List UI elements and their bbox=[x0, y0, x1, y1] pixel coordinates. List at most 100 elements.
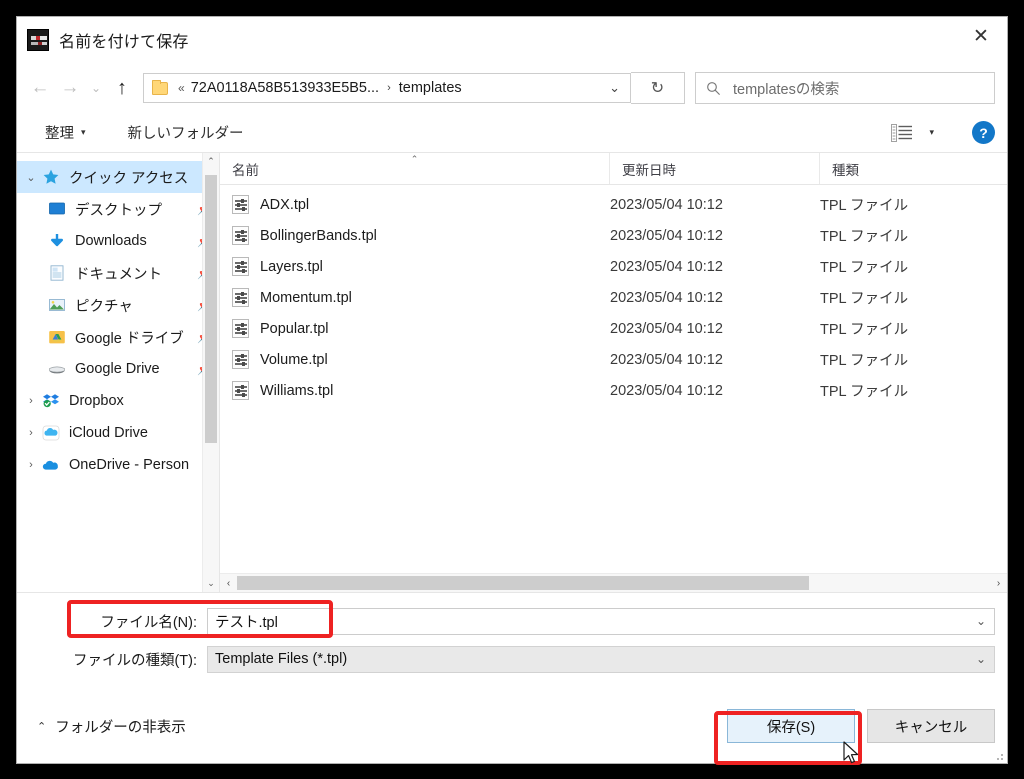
sidebar-scrollbar[interactable]: ⌃ ⌄ bbox=[202, 153, 219, 592]
file-name-cell: BollingerBands.tpl bbox=[220, 226, 610, 245]
sidebar-item-label: Downloads bbox=[75, 233, 147, 249]
file-name-label: Volume.tpl bbox=[260, 351, 328, 368]
breadcrumb-segment-templates[interactable]: templates bbox=[399, 80, 462, 96]
file-name-cell: Popular.tpl bbox=[220, 319, 610, 338]
organize-button[interactable]: 整理 ▾ bbox=[45, 122, 86, 143]
window-title: 名前を付けて保存 bbox=[59, 34, 189, 51]
expander-collapse-icon[interactable]: ⌄ bbox=[21, 171, 41, 184]
file-name-label: Popular.tpl bbox=[260, 320, 329, 337]
column-header-name-label: 名前 bbox=[232, 162, 259, 178]
file-date-cell: 2023/05/04 10:12 bbox=[610, 382, 723, 399]
hide-folders-button[interactable]: ⌃ フォルダーの非表示 bbox=[37, 716, 186, 737]
cancel-button[interactable]: キャンセル bbox=[867, 709, 995, 743]
view-options-icon[interactable] bbox=[891, 123, 913, 142]
chevron-down-icon[interactable]: ⌄ bbox=[976, 614, 986, 628]
file-type-cell: TPL ファイル bbox=[820, 198, 909, 214]
filename-label: ファイル名(N): bbox=[100, 614, 197, 631]
file-list-horizontal-scrollbar[interactable]: ‹ › bbox=[220, 573, 1007, 592]
recent-locations-chevron-down-icon[interactable]: ⌄ bbox=[85, 72, 107, 104]
new-folder-button[interactable]: 新しいフォルダー bbox=[128, 122, 244, 143]
expander-expand-icon[interactable]: › bbox=[21, 459, 41, 471]
filetype-field[interactable]: Template Files (*.tpl) ⌄ bbox=[207, 645, 995, 673]
forward-button[interactable]: → bbox=[55, 72, 85, 104]
navigation-bar: ← → ⌄ ↑ « 72A0118A58B513933E5B5... › tem… bbox=[17, 63, 1007, 113]
address-bar[interactable]: « 72A0118A58B513933E5B5... › templates ⌄ bbox=[143, 73, 631, 103]
expander-expand-icon[interactable]: › bbox=[21, 395, 41, 407]
help-button[interactable]: ? bbox=[972, 121, 995, 144]
sidebar-item-label: ドキュメント bbox=[75, 266, 162, 283]
sidebar-scrollbar-thumb[interactable] bbox=[205, 175, 217, 443]
sidebar-item-3[interactable]: ドキュメント📌 bbox=[17, 257, 219, 289]
command-toolbar: 整理 ▾ 新しいフォルダー ▾ ? bbox=[17, 113, 1007, 153]
navigation-sidebar: ⌄クイック アクセスデスクトップ📌Downloads📌ドキュメント📌ピクチャ📌G… bbox=[17, 153, 219, 592]
table-row[interactable]: BollingerBands.tpl 2023/05/04 10:12 TPL ファ… bbox=[220, 220, 1007, 251]
sidebar-item-label: クイック アクセス bbox=[69, 170, 189, 187]
breadcrumb-overflow-icon[interactable]: « bbox=[178, 81, 185, 95]
sidebar-item-label: OneDrive - Person bbox=[69, 457, 190, 473]
search-placeholder: templatesの検索 bbox=[733, 81, 840, 98]
sidebar-item-8[interactable]: › iCloud Drive bbox=[17, 417, 219, 449]
column-header-date-modified[interactable]: 更新日時 bbox=[610, 153, 820, 184]
chevron-up-icon: ⌃ bbox=[37, 720, 47, 733]
table-row[interactable]: Popular.tpl 2023/05/04 10:12 TPL ファイル bbox=[220, 313, 1007, 344]
close-icon[interactable]: ✕ bbox=[955, 17, 1007, 55]
back-button[interactable]: ← bbox=[25, 72, 55, 104]
file-type-cell: TPL ファイル bbox=[820, 353, 909, 369]
sidebar-item-label: Dropbox bbox=[69, 393, 124, 409]
filename-row: ファイル名(N): テスト.tpl ⌄ bbox=[29, 607, 995, 635]
sidebar-item-2[interactable]: Downloads📌 bbox=[17, 225, 219, 257]
sidebar-item-1[interactable]: デスクトップ📌 bbox=[17, 193, 219, 225]
toolbar-right-group: ▾ ? bbox=[891, 121, 995, 144]
google-drive-icon bbox=[47, 328, 67, 346]
file-type-cell: TPL ファイル bbox=[820, 291, 909, 307]
view-chevron-down-icon[interactable]: ▾ bbox=[929, 127, 934, 138]
scroll-right-icon[interactable]: › bbox=[990, 574, 1007, 592]
sort-ascending-icon: ⌃ bbox=[410, 154, 419, 164]
download-icon bbox=[47, 232, 67, 250]
save-button[interactable]: 保存(S) bbox=[727, 709, 855, 743]
column-header-type[interactable]: 種類 bbox=[820, 153, 1007, 184]
file-list-pane: ⌃ 名前 更新日時 種類 ADX.tpl 2023/05/04 10:12 TPL … bbox=[219, 153, 1007, 592]
column-header-name[interactable]: ⌃ 名前 bbox=[220, 153, 610, 184]
file-name-label: BollingerBands.tpl bbox=[260, 227, 377, 244]
chevron-down-icon[interactable]: ⌄ bbox=[976, 652, 986, 666]
file-name-cell: Momentum.tpl bbox=[220, 288, 610, 307]
sidebar-item-9[interactable]: ›OneDrive - Person⌄ bbox=[17, 449, 219, 481]
resize-grip[interactable] bbox=[991, 748, 1003, 760]
up-button[interactable]: ↑ bbox=[107, 72, 137, 104]
scroll-down-icon[interactable]: ⌄ bbox=[203, 575, 219, 592]
filetype-label: ファイルの種類(T): bbox=[72, 652, 197, 669]
column-header-type-label: 種類 bbox=[832, 162, 859, 178]
table-row[interactable]: Layers.tpl 2023/05/04 10:12 TPL ファイル bbox=[220, 251, 1007, 282]
table-row[interactable]: Williams.tpl 2023/05/04 10:12 TPL ファイル bbox=[220, 375, 1007, 406]
sidebar-item-4[interactable]: ピクチャ📌 bbox=[17, 289, 219, 321]
file-name-label: Williams.tpl bbox=[260, 382, 334, 399]
scroll-up-icon[interactable]: ⌃ bbox=[203, 153, 219, 170]
tpl-file-icon bbox=[232, 257, 249, 276]
file-name-label: ADX.tpl bbox=[260, 196, 310, 213]
search-input[interactable]: templatesの検索 bbox=[695, 72, 995, 104]
breadcrumb-segment-guid[interactable]: 72A0118A58B513933E5B5... bbox=[191, 80, 379, 96]
search-icon bbox=[707, 81, 720, 95]
sidebar-item-label: ピクチャ bbox=[75, 298, 133, 315]
address-dropdown-chevron-down-icon[interactable]: ⌄ bbox=[605, 80, 624, 96]
sidebar-item-5[interactable]: Google ドライブ📌 bbox=[17, 321, 219, 353]
column-headers: ⌃ 名前 更新日時 種類 bbox=[220, 153, 1007, 185]
tpl-file-icon bbox=[232, 319, 249, 338]
table-row[interactable]: Volume.tpl 2023/05/04 10:12 TPL ファイル bbox=[220, 344, 1007, 375]
horizontal-scroll-track[interactable] bbox=[237, 574, 990, 592]
star-icon bbox=[41, 168, 61, 186]
sidebar-item-6[interactable]: Google Drive📌 bbox=[17, 353, 219, 385]
horizontal-scrollbar-thumb[interactable] bbox=[237, 576, 810, 590]
file-date-cell: 2023/05/04 10:12 bbox=[610, 258, 723, 275]
refresh-icon[interactable]: ↻ bbox=[631, 72, 685, 104]
scroll-left-icon[interactable]: ‹ bbox=[220, 574, 237, 592]
tpl-file-icon bbox=[232, 195, 249, 214]
save-as-dialog: 名前を付けて保存 ✕ ← → ⌄ ↑ « 72A0118A58B513933E5… bbox=[16, 16, 1008, 765]
table-row[interactable]: ADX.tpl 2023/05/04 10:12 TPL ファイル bbox=[220, 189, 1007, 220]
expander-expand-icon[interactable]: › bbox=[21, 427, 41, 439]
table-row[interactable]: Momentum.tpl 2023/05/04 10:12 TPL ファイル bbox=[220, 282, 1007, 313]
sidebar-item-0[interactable]: ⌄ クイック アクセス bbox=[17, 161, 219, 193]
filename-field[interactable]: テスト.tpl ⌄ bbox=[207, 607, 995, 635]
sidebar-item-7[interactable]: › Dropbox bbox=[17, 385, 219, 417]
